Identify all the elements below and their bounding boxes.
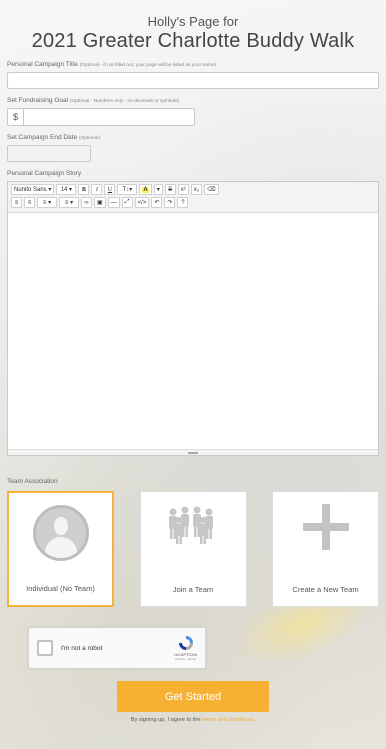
fullscreen-icon[interactable]: ⤢ [121,197,133,208]
campaign-title-label: Personal Campaign Title (Optional - if n… [7,61,217,68]
get-started-button[interactable]: Get Started [117,681,269,712]
fundraising-goal-group: $ [7,108,195,126]
team-options: Individual (No Team) Join a Team Create … [7,491,379,607]
horizontal-rule-button[interactable]: — [107,197,120,208]
recaptcha-checkbox[interactable] [37,640,53,656]
fundraising-goal-input[interactable] [23,108,195,126]
highlight-button[interactable]: A [139,184,152,195]
team-option-join[interactable]: Join a Team [139,491,247,607]
link-icon[interactable]: ∞ [81,197,92,208]
campaign-setup-form: Holly's Page for 2021 Greater Charlotte … [0,0,386,723]
currency-addon: $ [7,108,23,126]
font-family-dropdown[interactable]: Nunito Sans ▾ [11,184,55,195]
recaptcha-terms-link[interactable]: Privacy - Terms [175,657,196,661]
person-icon [32,505,89,561]
recaptcha-label: I'm not a robot [61,644,103,652]
team-option-individual[interactable]: Individual (No Team) [7,491,114,607]
paragraph-align-dropdown[interactable]: ≡ ▾ [37,197,57,208]
end-date-hint: (Optional) [78,136,100,141]
team-option-label: Join a Team [172,585,214,594]
page-header: Holly's Page for 2021 Greater Charlotte … [7,0,379,53]
story-text-area[interactable] [8,211,378,449]
font-size-dropdown[interactable]: 14 ▾ [56,184,77,195]
subscript-button[interactable]: x₂ [190,184,203,195]
editor-resize-handle[interactable] [8,449,378,455]
team-option-label: Create a New Team [292,585,359,594]
campaign-story-label: Personal Campaign Story [7,170,82,177]
bold-button[interactable]: B [78,184,90,195]
page-subtitle: Holly's Page for [147,14,239,29]
team-option-label: Individual (No Team) [26,584,95,593]
redo-icon[interactable]: ↷ [164,197,176,208]
highlight-color-caret[interactable]: ▾ [153,184,163,195]
underline-button[interactable]: U [104,184,116,195]
story-editor: Nunito Sans ▾ 14 ▾ B I U T↕▾ A ▾ S x² x₂… [7,181,379,456]
signup-disclaimer: By signing up, I agree to the terms and … [130,717,256,723]
fundraising-goal-hint: (Optional - Numbers only - no decimals o… [69,99,180,104]
campaign-title-input[interactable] [7,72,379,89]
team-option-create[interactable]: Create a New Team [272,491,379,607]
editor-toolbar: Nunito Sans ▾ 14 ▾ B I U T↕▾ A ▾ S x² x₂… [8,182,378,213]
unordered-list-button[interactable]: ≡ [11,197,22,208]
end-date-label: Set Campaign End Date (Optional) [7,134,100,141]
terms-link[interactable]: terms and conditions. [202,717,255,723]
campaign-title-hint: (Optional - if not filled out, your page… [79,63,217,68]
text-size-dropdown[interactable]: T↕▾ [117,184,138,195]
recaptcha-icon [178,636,193,650]
team-association-label: Team Association [7,478,58,485]
strikethrough-button[interactable]: S [164,184,176,195]
page-title: 2021 Greater Charlotte Buddy Walk [31,30,355,52]
undo-icon[interactable]: ↶ [151,197,163,208]
recaptcha-widget: I'm not a robot reCAPTCHA Privacy - Term… [28,627,206,669]
recaptcha-logo: reCAPTCHA Privacy - Terms [174,635,197,661]
ordered-list-button[interactable]: ≡ [24,197,35,208]
code-view-icon[interactable]: </> [134,197,150,208]
group-icon [169,506,213,544]
plus-icon [302,504,349,550]
italic-button[interactable]: I [91,184,103,195]
line-height-dropdown[interactable]: ≡ ▾ [59,197,79,208]
image-icon[interactable]: ▣ [94,197,106,208]
fundraising-goal-label: Set Fundraising Goal (Optional - Numbers… [7,97,180,104]
help-icon[interactable]: ? [177,197,189,208]
end-date-input[interactable] [7,145,91,162]
eraser-icon[interactable]: ⌫ [204,184,219,195]
superscript-button[interactable]: x² [177,184,189,195]
